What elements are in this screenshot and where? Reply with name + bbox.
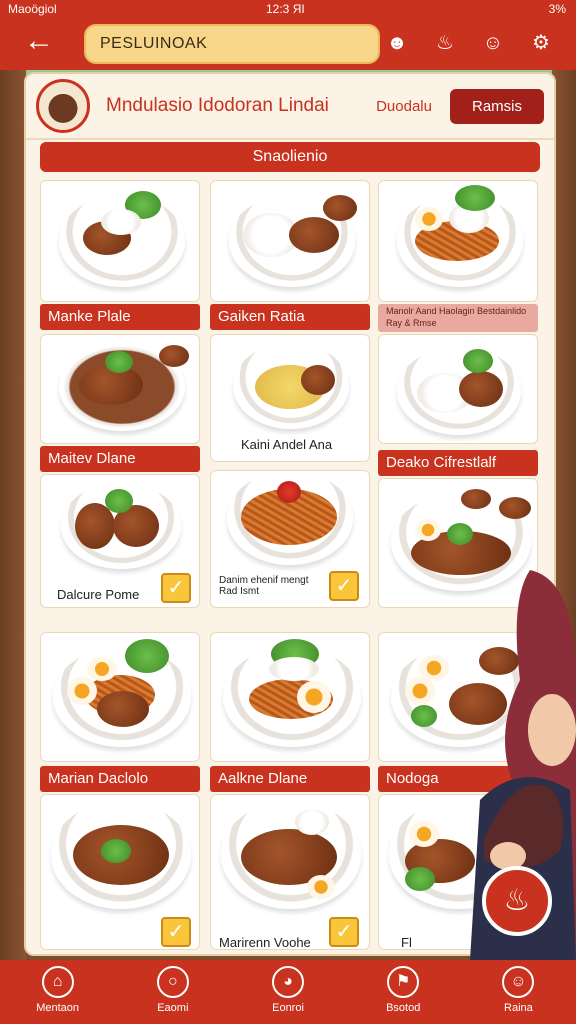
dish-rice bbox=[269, 657, 319, 681]
dish-side-sauce bbox=[461, 489, 491, 509]
dish-side-sauce bbox=[499, 497, 531, 519]
dish-caption: Fl bbox=[401, 935, 412, 950]
clock-text: 12:3 ЯІ bbox=[266, 2, 305, 16]
dish-card[interactable] bbox=[378, 334, 538, 444]
dish-caption: Dalcure Pome bbox=[57, 587, 140, 602]
home-icon: ⌂ bbox=[41, 966, 74, 998]
restaurant-logo bbox=[36, 79, 90, 133]
nav-label: Bsotod bbox=[386, 1002, 421, 1014]
nav-item-plate[interactable]: ○ Eaomi bbox=[115, 960, 230, 1024]
person-icon: ☺ bbox=[502, 966, 535, 998]
dish-caption: Marirenn Voohe bbox=[219, 935, 311, 950]
dish-card[interactable]: Kaini Andel Ana bbox=[210, 334, 370, 462]
nav-label: Mentaon bbox=[36, 1002, 79, 1014]
back-arrow-icon[interactable]: ← bbox=[22, 26, 56, 60]
bottom-navigation: ⌂ Mentaon ○ Eaomi ◕ Eonroi ⚑ Bsotod ☺ Ra… bbox=[0, 960, 576, 1024]
dish-egg bbox=[415, 207, 443, 231]
search-input[interactable]: PESLUINOAK bbox=[84, 24, 380, 64]
dish-egg bbox=[409, 821, 439, 847]
dish-greens bbox=[455, 185, 495, 211]
battery-text: 3% bbox=[548, 2, 566, 16]
dish-egg bbox=[405, 677, 435, 705]
dish-egg bbox=[415, 519, 441, 541]
dish-label: Aalkne Dlane bbox=[210, 766, 370, 792]
settings-icon[interactable]: ⚙ bbox=[524, 26, 558, 60]
dish-card[interactable] bbox=[40, 180, 200, 302]
nav-label: Eonroi bbox=[272, 1002, 304, 1014]
nav-label: Eaomi bbox=[157, 1002, 189, 1014]
dish-meat bbox=[289, 217, 339, 253]
bookmark-icon: ⚑ bbox=[387, 966, 420, 998]
select-checkbox[interactable]: ✓ bbox=[161, 917, 191, 947]
dish-meat bbox=[459, 371, 503, 407]
section-header: Snaolienio bbox=[40, 142, 540, 172]
dish-greens bbox=[125, 639, 169, 673]
carrier-text: Maoögiol bbox=[8, 2, 57, 16]
dish-greens bbox=[405, 867, 435, 891]
dish-label: Marian Daclolo bbox=[40, 766, 200, 792]
dish-greens bbox=[105, 489, 133, 513]
floating-action-button[interactable]: ♨ bbox=[482, 866, 552, 936]
dish-side-bowl bbox=[295, 809, 329, 835]
dish-egg bbox=[419, 655, 449, 681]
dish-icon: ♨ bbox=[503, 884, 531, 917]
tab-active[interactable]: Ramsis bbox=[449, 88, 544, 124]
dish-card[interactable]: ✓ bbox=[40, 794, 200, 950]
dish-side-sauce bbox=[323, 195, 357, 221]
nav-item-bookmark[interactable]: ⚑ Bsotod bbox=[346, 960, 461, 1024]
dish-greens bbox=[105, 351, 133, 373]
dish-label: Gaiken Ratia bbox=[210, 304, 370, 330]
dish-greens bbox=[463, 349, 493, 373]
chef-icon[interactable]: ☻ bbox=[380, 26, 414, 60]
dish-card[interactable] bbox=[40, 632, 200, 762]
dish-greens bbox=[411, 705, 437, 727]
nav-label: Raina bbox=[504, 1002, 533, 1014]
dish-card[interactable] bbox=[210, 632, 370, 762]
select-checkbox[interactable]: ✓ bbox=[329, 917, 359, 947]
dish-card[interactable]: Danim ehenif mengt Rad Ismt ✓ bbox=[210, 470, 370, 608]
dish-card[interactable] bbox=[378, 180, 538, 302]
dish-meat bbox=[301, 365, 335, 395]
dish-caption: Kaini Andel Ana bbox=[241, 437, 333, 452]
dish-label: Maitev Dlane bbox=[40, 446, 200, 472]
dish-garnish bbox=[101, 209, 141, 235]
dish-egg bbox=[67, 677, 97, 705]
plate-icon: ○ bbox=[156, 966, 189, 998]
top-app-bar: Maoögiol 12:3 ЯІ 3% ← PESLUINOAK ☻ ♨ ☺ ⚙ bbox=[0, 0, 576, 70]
dish-card[interactable]: Dalcure Pome ✓ bbox=[40, 474, 200, 608]
panel-header: Mndulasio Idodoran Lindai Duodalu Ramsis bbox=[26, 74, 554, 140]
dish-meat bbox=[97, 691, 149, 727]
dish-egg bbox=[87, 657, 117, 681]
dish-label: Manolr Aand Haolagin Bestdainlido Ray & … bbox=[378, 304, 538, 332]
dish-tomato bbox=[277, 481, 301, 503]
dish-greens bbox=[447, 523, 473, 545]
dish-card[interactable] bbox=[210, 180, 370, 302]
dish-side-sauce bbox=[159, 345, 189, 367]
nav-item-home[interactable]: ⌂ Mentaon bbox=[0, 960, 115, 1024]
bowl-icon: ◕ bbox=[272, 966, 304, 998]
status-bar: Maoögiol 12:3 ЯІ 3% bbox=[0, 0, 576, 18]
dish-label: Manke Plale bbox=[40, 304, 200, 330]
dish-egg bbox=[297, 681, 331, 713]
dish-label: Deako Cifrestlalf bbox=[378, 450, 538, 476]
dish-caption: Danim ehenif mengt Rad Ismt bbox=[219, 575, 309, 597]
dish-icon[interactable]: ♨ bbox=[428, 26, 462, 60]
nav-item-profile[interactable]: ☺ Raina bbox=[461, 960, 576, 1024]
robot-icon[interactable]: ☺ bbox=[476, 26, 510, 60]
dish-greens bbox=[101, 839, 131, 863]
dish-card[interactable] bbox=[40, 334, 200, 444]
left-wall bbox=[0, 60, 26, 960]
dish-egg bbox=[307, 875, 335, 899]
nav-item-bowl[interactable]: ◕ Eonroi bbox=[230, 960, 345, 1024]
select-checkbox[interactable]: ✓ bbox=[329, 571, 359, 601]
panel-title: Mndulasio Idodoran Lindai bbox=[106, 95, 329, 116]
tab-inactive[interactable]: Duodalu bbox=[364, 90, 444, 123]
dish-card[interactable]: Marirenn Voohe ✓ bbox=[210, 794, 370, 950]
select-checkbox[interactable]: ✓ bbox=[161, 573, 191, 603]
